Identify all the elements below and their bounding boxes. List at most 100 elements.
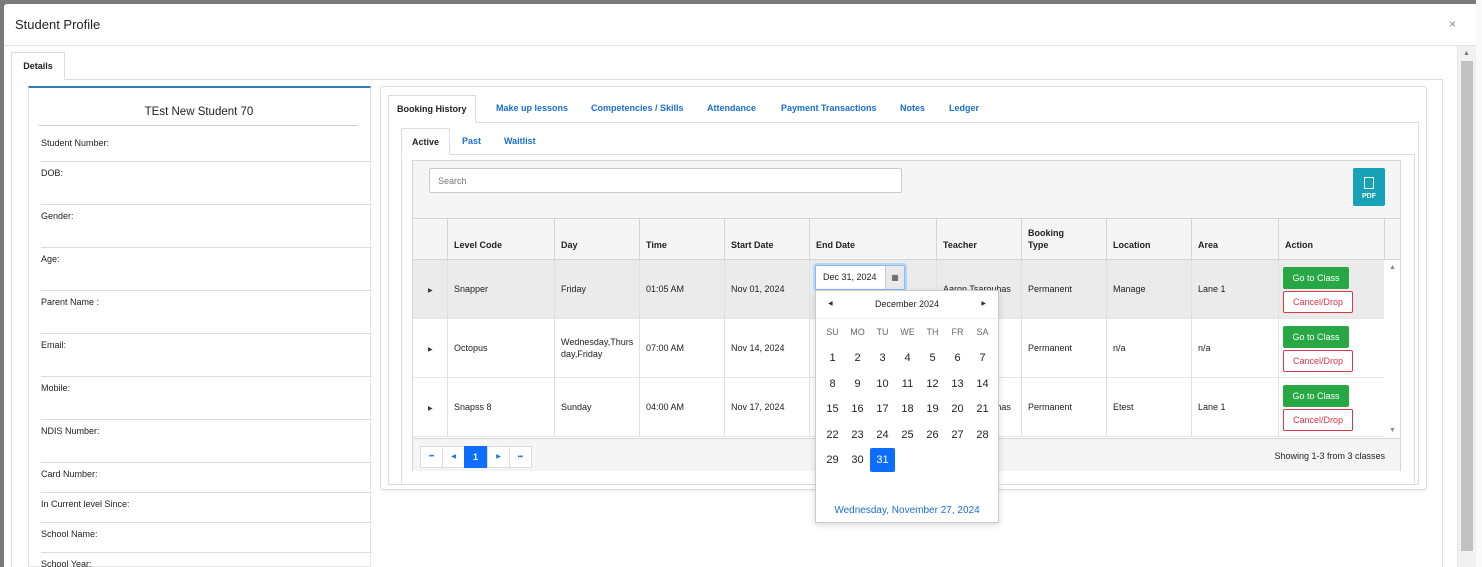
calendar-day[interactable]: 13 [945, 372, 970, 396]
close-icon[interactable]: × [1449, 17, 1456, 31]
calendar-day[interactable]: 7 [970, 346, 995, 370]
weekday-label: MO [850, 327, 865, 337]
cell-type: Permanent [1022, 260, 1107, 319]
page-1-button[interactable]: 1 [464, 446, 487, 468]
calendar-day[interactable]: 8 [820, 372, 845, 396]
scroll-up-icon[interactable]: ▲ [1463, 50, 1470, 57]
subtab-past[interactable]: Past [462, 128, 481, 155]
field-label: Email: [41, 340, 67, 350]
calendar-day[interactable]: 29 [820, 448, 845, 472]
student-field: Parent Name : [41, 291, 372, 334]
calendar-day[interactable]: 28 [970, 423, 995, 447]
calendar-day[interactable]: 4 [895, 346, 920, 370]
first-page-button[interactable]: ⏮ [420, 446, 443, 468]
column-header[interactable]: Teacher [937, 219, 1022, 260]
scroll-thumb[interactable] [1461, 61, 1473, 551]
column-header[interactable]: Area [1192, 219, 1279, 260]
calendar-day[interactable]: 17 [870, 397, 895, 421]
tab-notes[interactable]: Notes [900, 95, 925, 123]
tab-competencies-skills[interactable]: Competencies / Skills [591, 95, 684, 123]
prev-page-button[interactable]: ◀ [442, 446, 465, 468]
calendar-day[interactable]: 1 [820, 346, 845, 370]
cancel-drop-button[interactable]: Cancel/Drop [1283, 291, 1353, 313]
cell-area: Lane 1 [1192, 260, 1279, 319]
pdf-export-button[interactable]: PDF [1353, 168, 1385, 206]
calendar-day[interactable]: 26 [920, 423, 945, 447]
column-header[interactable]: Action [1279, 219, 1385, 260]
tab-details[interactable]: Details [11, 52, 65, 80]
go-to-class-button[interactable]: Go to Class [1283, 267, 1349, 289]
column-header[interactable]: Day [555, 219, 640, 260]
tab-attendance[interactable]: Attendance [707, 95, 756, 123]
calendar-day[interactable]: 5 [920, 346, 945, 370]
grid-scrollbar[interactable]: ▲ ▼ [1385, 260, 1400, 438]
expand-cell[interactable]: ▶ [413, 378, 448, 437]
subtab-active[interactable]: Active [401, 128, 451, 155]
modal-scrollbar[interactable]: ▲ [1457, 46, 1476, 567]
field-label: Age: [41, 254, 60, 264]
calendar-day[interactable]: 3 [870, 346, 895, 370]
last-page-button[interactable]: ⏭ [509, 446, 532, 468]
field-label: Gender: [41, 211, 74, 221]
calendar-day[interactable]: 21 [970, 397, 995, 421]
expand-arrow-icon[interactable]: ▶ [428, 287, 433, 294]
column-header[interactable]: Start Date [725, 219, 810, 260]
search-input[interactable] [429, 168, 902, 193]
calendar-day[interactable]: 20 [945, 397, 970, 421]
cancel-drop-button[interactable]: Cancel/Drop [1283, 409, 1353, 431]
calendar-day[interactable]: 31 [870, 448, 895, 472]
cell-text: Lane 1 [1198, 402, 1226, 412]
next-month-icon[interactable]: ▶ [981, 300, 986, 307]
calendar-day[interactable]: 27 [945, 423, 970, 447]
cell-text: Nov 14, 2024 [731, 343, 785, 353]
expand-arrow-icon[interactable]: ▶ [428, 405, 433, 412]
next-page-button[interactable]: ▶ [487, 446, 510, 468]
calendar-day[interactable]: 2 [845, 346, 870, 370]
calendar-day[interactable]: 6 [945, 346, 970, 370]
subtab-waitlist[interactable]: Waitlist [504, 128, 536, 155]
calendar-day[interactable]: 30 [845, 448, 870, 472]
scroll-up-icon[interactable]: ▲ [1389, 264, 1396, 271]
calendar-day[interactable]: 16 [845, 397, 870, 421]
cancel-drop-button[interactable]: Cancel/Drop [1283, 350, 1353, 372]
tab-ledger[interactable]: Ledger [949, 95, 979, 123]
field-label: Student Number: [41, 138, 110, 148]
scroll-down-icon[interactable]: ▼ [1389, 427, 1396, 434]
column-header[interactable]: Booking Type [1022, 219, 1107, 260]
tab-payment-transactions[interactable]: Payment Transactions [781, 95, 877, 123]
tab-booking-history[interactable]: Booking History [388, 95, 476, 123]
calendar-day[interactable]: 15 [820, 397, 845, 421]
calendar-day[interactable]: 10 [870, 372, 895, 396]
calendar-day[interactable]: 11 [895, 372, 920, 396]
cell-time: 01:05 AM [640, 260, 725, 319]
column-header[interactable]: Location [1107, 219, 1192, 260]
calendar-month-title[interactable]: December 2024 [816, 299, 998, 309]
calendar-day[interactable]: 19 [920, 397, 945, 421]
calendar-day[interactable]: 9 [845, 372, 870, 396]
calendar-day[interactable]: 25 [895, 423, 920, 447]
column-header[interactable]: Time [640, 219, 725, 260]
modal-title: Student Profile [15, 17, 101, 32]
calendar-day[interactable]: 12 [920, 372, 945, 396]
grid-toolbar: PDF [413, 161, 1400, 219]
calendar-day[interactable]: 23 [845, 423, 870, 447]
tab-make-up-lessons[interactable]: Make up lessons [496, 95, 568, 123]
cell-start: Nov 17, 2024 [725, 378, 810, 437]
calendar-icon[interactable]: ▦ [885, 266, 904, 289]
end-date-input[interactable]: Dec 31, 2024 ▦ [815, 265, 905, 290]
expand-cell[interactable]: ▶ [413, 260, 448, 319]
expand-cell[interactable]: ▶ [413, 319, 448, 378]
cell-action: Go to Class Cancel/Drop [1279, 260, 1385, 319]
column-header[interactable]: Level Code [448, 219, 555, 260]
end-date-value[interactable]: Dec 31, 2024 [823, 272, 877, 282]
expand-arrow-icon[interactable]: ▶ [428, 346, 433, 353]
calendar-day[interactable]: 22 [820, 423, 845, 447]
calendar-day[interactable]: 24 [870, 423, 895, 447]
column-header[interactable]: End Date [810, 219, 937, 260]
calendar-today-link[interactable]: Wednesday, November 27, 2024 [816, 505, 998, 516]
cell-location: Etest [1107, 378, 1192, 437]
go-to-class-button[interactable]: Go to Class [1283, 326, 1349, 348]
go-to-class-button[interactable]: Go to Class [1283, 385, 1349, 407]
calendar-day[interactable]: 14 [970, 372, 995, 396]
calendar-day[interactable]: 18 [895, 397, 920, 421]
